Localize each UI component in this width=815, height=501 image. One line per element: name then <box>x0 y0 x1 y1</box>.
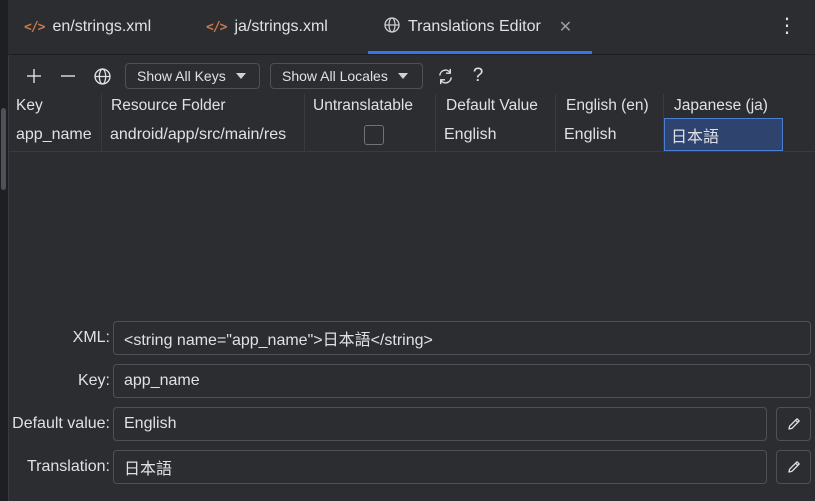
table-row[interactable]: app_name android/app/src/main/res Englis… <box>8 118 815 152</box>
globe-icon <box>93 67 111 85</box>
xml-file-icon: </> <box>206 19 228 35</box>
edit-default-value-button[interactable] <box>776 407 811 441</box>
translation-field[interactable]: 日本語 <box>113 450 767 484</box>
tab-en-strings[interactable]: </> en/strings.xml <box>24 0 151 54</box>
cell-resource-folder[interactable]: android/app/src/main/res <box>102 118 305 151</box>
add-locale-button[interactable] <box>90 60 114 92</box>
column-header-key[interactable]: Key <box>8 94 102 118</box>
remove-key-button[interactable] <box>56 60 80 92</box>
default-value-field[interactable]: English <box>113 407 767 441</box>
add-key-button[interactable] <box>22 60 46 92</box>
xml-file-icon: </> <box>24 19 46 35</box>
globe-icon <box>384 16 400 38</box>
column-header-untranslatable[interactable]: Untranslatable <box>305 94 436 118</box>
translations-toolbar: Show All Keys Show All Locales ? <box>8 60 815 94</box>
tab-translations-editor[interactable]: Translations Editor ✕ <box>367 0 593 54</box>
cell-japanese[interactable]: 日本語 <box>664 118 784 151</box>
untranslatable-checkbox[interactable] <box>364 124 384 145</box>
reload-button[interactable] <box>432 60 458 92</box>
chevron-down-icon <box>235 73 246 79</box>
tab-label: en/strings.xml <box>52 18 152 35</box>
help-button[interactable]: ? <box>468 60 488 92</box>
minus-icon <box>61 75 75 77</box>
tab-label: Translations Editor <box>408 18 541 35</box>
column-header-resource-folder[interactable]: Resource Folder <box>102 94 305 118</box>
xml-field[interactable]: <string name="app_name">日本語</string> <box>113 321 811 355</box>
refresh-icon <box>438 68 452 84</box>
dropdown-label: Show All Keys <box>137 68 226 84</box>
help-icon: ? <box>472 65 484 86</box>
table-header: Key Resource Folder Untranslatable Defau… <box>8 94 815 118</box>
close-icon[interactable]: ✕ <box>559 17 572 37</box>
cell-english[interactable]: English <box>556 118 664 151</box>
show-locales-dropdown[interactable]: Show All Locales <box>270 63 423 89</box>
cell-untranslatable[interactable] <box>305 118 436 151</box>
editor-tab-bar: </> en/strings.xml </> ja/strings.xml Tr… <box>8 0 815 55</box>
pencil-icon <box>787 418 800 430</box>
translation-row: Translation: 日本語 <box>8 450 815 484</box>
default-value-row: Default value: English <box>8 407 815 441</box>
tab-ja-strings[interactable]: </> ja/strings.xml <box>206 0 328 54</box>
plus-icon <box>27 69 41 83</box>
key-label: Key: <box>77 372 110 389</box>
key-row: Key: app_name <box>8 364 815 398</box>
column-header-japanese[interactable]: Japanese (ja) <box>664 94 804 118</box>
default-value-label: Default value: <box>12 415 110 432</box>
column-header-default-value[interactable]: Default Value <box>436 94 556 118</box>
key-field[interactable]: app_name <box>113 364 811 398</box>
selected-cell-japanese[interactable]: 日本語 <box>664 118 783 151</box>
show-keys-dropdown[interactable]: Show All Keys <box>125 63 260 89</box>
dropdown-label: Show All Locales <box>282 68 388 84</box>
scroll-handle[interactable] <box>1 108 6 190</box>
edit-translation-button[interactable] <box>776 450 811 484</box>
cell-default-value[interactable]: English <box>436 118 556 151</box>
chevron-down-icon <box>397 73 408 79</box>
xml-label: XML: <box>72 329 110 346</box>
column-header-english[interactable]: English (en) <box>556 94 664 118</box>
more-options-icon[interactable]: ⋮ <box>777 14 797 38</box>
cell-key[interactable]: app_name <box>8 118 102 151</box>
translations-table: Key Resource Folder Untranslatable Defau… <box>8 94 815 152</box>
pencil-icon <box>787 461 800 473</box>
translation-label: Translation: <box>27 458 110 475</box>
tab-label: ja/strings.xml <box>234 18 328 35</box>
xml-row: XML: <string name="app_name">日本語</string… <box>8 321 815 355</box>
